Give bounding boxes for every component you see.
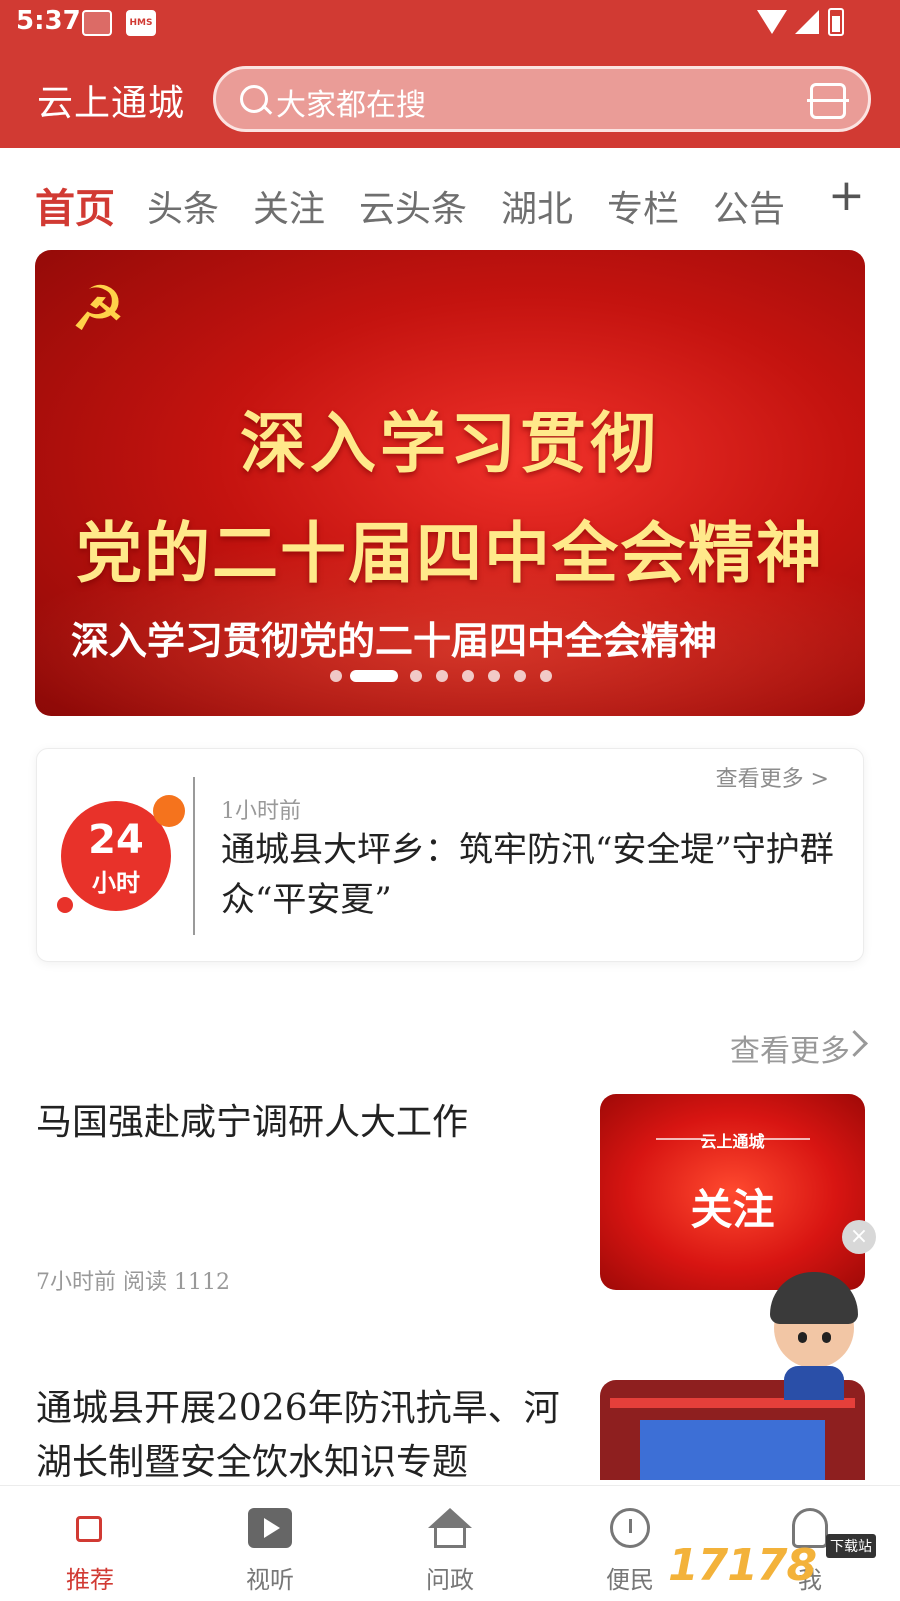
mascot-eye	[822, 1332, 831, 1343]
app-header: 5:37 HMS 云上通城 大家都在搜	[0, 0, 900, 148]
banner-headline-1: 深入学习贯彻	[240, 405, 660, 482]
news-item-title[interactable]: 马国强赴咸宁调研人大工作	[36, 1096, 566, 1150]
view-more-link[interactable]: 查看更多 >	[716, 761, 829, 793]
carousel-dot	[488, 670, 500, 682]
tab-column[interactable]: 专栏	[607, 180, 679, 232]
wifi-icon	[757, 10, 787, 34]
battery-icon	[828, 8, 844, 36]
mascot-avatar[interactable]	[768, 1270, 860, 1400]
clock-icon	[610, 1508, 650, 1548]
nav-politics[interactable]: 问政	[360, 1486, 540, 1601]
mascot-hair	[770, 1272, 858, 1324]
carousel-dot	[462, 670, 474, 682]
news-headline[interactable]: 通城县大坪乡：筑牢防汛“安全堤”守护群众“平安夏”	[221, 825, 841, 925]
scan-icon[interactable]	[807, 83, 849, 119]
video-icon	[248, 1508, 292, 1548]
nav-label: 推荐	[66, 1566, 114, 1594]
status-time: 5:37	[16, 6, 81, 36]
watermark-sub: 下载站	[826, 1534, 876, 1558]
carousel-dot	[540, 670, 552, 682]
banner-caption: 深入学习贯彻党的二十届四中全会精神	[71, 618, 718, 663]
nav-label: 视听	[246, 1566, 294, 1594]
carousel-dot	[330, 670, 342, 682]
mascot-eye	[798, 1332, 807, 1343]
app-icon	[82, 10, 112, 36]
tab-home[interactable]: 首页	[35, 176, 115, 234]
speaker-icon	[76, 1516, 102, 1542]
search-icon	[240, 85, 268, 113]
badge-decoration	[57, 897, 73, 913]
badge-unit: 小时	[92, 869, 140, 897]
tab-headline[interactable]: 头条	[147, 180, 219, 232]
carousel-dot	[436, 670, 448, 682]
thumb-title: 关注	[690, 1185, 775, 1234]
news-24h-card[interactable]: 24 小时 查看更多 > 1小时前 通城县大坪乡：筑牢防汛“安全堤”守护群众“平…	[36, 748, 864, 962]
view-more-link[interactable]: 查看更多	[730, 1026, 850, 1070]
home-icon	[428, 1508, 472, 1528]
tab-hubei[interactable]: 湖北	[501, 180, 573, 232]
tab-cloud-headline[interactable]: 云头条	[359, 180, 467, 232]
add-channel-icon[interactable]: +	[828, 170, 865, 221]
news-item-title[interactable]: 通城县开展2026年防汛抗旱、河湖长制暨安全饮水知识专题	[36, 1382, 576, 1490]
search-placeholder: 大家都在搜	[276, 88, 426, 123]
banner-headline-2: 党的二十届四中全会精神	[76, 515, 824, 592]
divider	[193, 777, 195, 935]
hero-banner[interactable]: ☭ 深入学习贯彻 党的二十届四中全会精神 深入学习贯彻党的二十届四中全会精神	[35, 250, 865, 716]
thumb-stage	[640, 1420, 825, 1480]
status-bar: 5:37 HMS	[0, 0, 900, 46]
badge-number: 24	[88, 817, 144, 863]
app-title: 云上通城	[37, 83, 186, 124]
nav-recommend[interactable]: 推荐	[0, 1486, 180, 1601]
home-icon-base	[434, 1528, 466, 1548]
signal-icon	[795, 10, 819, 34]
badge-decoration	[153, 795, 185, 827]
thumb-brand: 云上通城	[700, 1132, 765, 1151]
tab-notice[interactable]: 公告	[713, 180, 785, 232]
nav-video[interactable]: 视听	[180, 1486, 360, 1601]
search-bar[interactable]: 大家都在搜	[213, 66, 871, 132]
party-emblem-icon: ☭	[70, 272, 126, 345]
carousel-dot	[514, 670, 526, 682]
news-time: 1小时前	[221, 799, 301, 824]
hms-icon: HMS	[126, 10, 156, 36]
nav-label: 问政	[426, 1566, 474, 1594]
close-icon[interactable]: ×	[842, 1220, 876, 1254]
mascot-body	[784, 1366, 844, 1400]
news-thumbnail[interactable]: 云上通城 关注	[600, 1094, 865, 1290]
carousel-dot	[410, 670, 422, 682]
news-item-meta: 7小时前 阅读 1112	[36, 1270, 230, 1295]
watermark-logo: 17178	[668, 1540, 817, 1591]
carousel-dot-active	[350, 670, 398, 682]
tab-follow[interactable]: 关注	[253, 180, 325, 232]
